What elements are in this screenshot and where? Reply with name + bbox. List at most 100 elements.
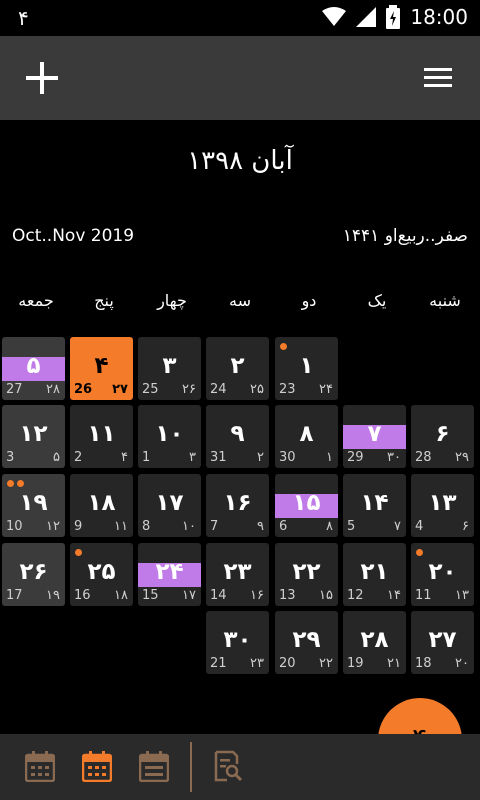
list-icon[interactable] (139, 750, 169, 782)
gregorian-day-number: 29 (347, 450, 364, 465)
hijri-day-number: ۲۴ (319, 382, 333, 397)
persian-day-number: ۱۵ (292, 490, 321, 516)
hijri-day-number: ۴ (121, 450, 128, 465)
hijri-day-number: ۱۴ (387, 588, 401, 603)
persian-day-number: ۱۸ (87, 490, 116, 516)
hijri-day-number: ۲ (257, 450, 264, 465)
gregorian-day-number: 18 (415, 656, 432, 671)
day-cell[interactable]: ۱ 23 ۲۴ (275, 337, 338, 400)
persian-day-number: ۲ (230, 353, 245, 379)
day-cell[interactable]: ۱۷ 8 ۱۰ (138, 474, 201, 537)
persian-day-number: ۲۷ (428, 627, 457, 653)
day-cell[interactable]: ۲۱ 12 ۱۴ (343, 543, 406, 606)
gregorian-day-number: 8 (142, 519, 151, 534)
gregorian-day-number: 10 (6, 519, 23, 534)
day-cell[interactable]: ۲۶ 17 ۱۹ (2, 543, 65, 606)
day-cell[interactable]: ۱۳ 4 ۶ (411, 474, 474, 537)
plus-icon[interactable] (26, 62, 58, 94)
hijri-day-number: ۳۰ (387, 450, 401, 465)
status-icons: 18:00 (322, 5, 468, 29)
hijri-day-number: ۲۲ (319, 656, 333, 671)
persian-day-number: ۲۶ (19, 559, 48, 585)
persian-day-number: ۱۲ (19, 421, 48, 447)
hijri-day-number: ۲۸ (46, 382, 60, 397)
day-cell[interactable]: ۶ 28 ۲۹ (411, 405, 474, 468)
persian-day-number: ۱۹ (19, 490, 48, 516)
day-cell[interactable]: ۲۸ 19 ۲۱ (343, 611, 406, 674)
calendar-today-icon[interactable] (82, 750, 112, 782)
gregorian-day-number: 6 (279, 519, 288, 534)
day-cell[interactable]: ۲ 24 ۲۵ (206, 337, 269, 400)
hijri-day-number: ۱۳ (455, 588, 469, 603)
gregorian-day-number: 21 (210, 656, 227, 671)
gregorian-day-number: 1 (142, 450, 151, 465)
day-cell[interactable]: ۲۲ 13 ۱۵ (275, 543, 338, 606)
day-cell[interactable]: ۲۹ 20 ۲۲ (275, 611, 338, 674)
hijri-day-number: ۱۷ (182, 588, 196, 603)
gregorian-day-number: 3 (6, 450, 15, 465)
persian-day-number: ۳۰ (223, 627, 252, 653)
persian-day-number: ۷ (367, 421, 382, 447)
gregorian-day-number: 12 (347, 588, 364, 603)
hijri-day-number: ۲۵ (250, 382, 264, 397)
hijri-day-number: ۱۶ (250, 588, 264, 603)
hijri-day-number: ۷ (394, 519, 401, 534)
hijri-day-number: ۹ (257, 519, 264, 534)
day-cell[interactable]: ۲۳ 14 ۱۶ (206, 543, 269, 606)
hijri-day-number: ۲۶ (182, 382, 196, 397)
day-cell[interactable]: ۵ 27 ۲۸ (2, 337, 65, 400)
day-cell[interactable]: ۲۴ 15 ۱۷ (138, 543, 201, 606)
hijri-day-number: ۱۵ (319, 588, 333, 603)
persian-day-number: ۱۴ (360, 490, 389, 516)
day-cell[interactable]: ۱۲ 3 ۵ (2, 405, 65, 468)
day-cell[interactable]: ۱۸ 9 ۱۱ (70, 474, 133, 537)
day-cell[interactable]: ۲۰ 11 ۱۳ (411, 543, 474, 606)
month-title[interactable]: آبان ۱۳۹۸ (0, 146, 480, 176)
persian-day-number: ۱۳ (428, 490, 457, 516)
day-cell[interactable]: ۱۰ 1 ۳ (138, 405, 201, 468)
persian-day-number: ۲۹ (292, 627, 321, 653)
day-cell[interactable]: ۳۰ 21 ۲۳ (206, 611, 269, 674)
gregorian-day-number: 17 (6, 588, 23, 603)
persian-day-number: ۱۶ (223, 490, 252, 516)
day-cell[interactable]: ۹ 31 ۲ (206, 405, 269, 468)
hijri-day-number: ۱۲ (46, 519, 60, 534)
hijri-day-number: ۲۰ (455, 656, 469, 671)
persian-day-number: ۶ (435, 421, 450, 447)
day-cell[interactable]: ۳ 25 ۲۶ (138, 337, 201, 400)
event-dot (17, 480, 24, 487)
persian-day-number: ۵ (26, 353, 41, 379)
hijri-day-number: ۱۸ (114, 588, 128, 603)
calendar-month-icon[interactable] (25, 750, 55, 782)
menu-icon[interactable] (424, 68, 452, 88)
gregorian-day-number: 24 (210, 382, 227, 397)
weekday-label: سه (229, 291, 251, 310)
day-cell[interactable]: ۱۶ 7 ۹ (206, 474, 269, 537)
gregorian-day-number: 11 (415, 588, 432, 603)
day-cell[interactable]: ۱۹ 10 ۱۲ (2, 474, 65, 537)
persian-day-number: ۲۸ (360, 627, 389, 653)
search-document-icon[interactable] (213, 750, 243, 782)
persian-day-number: ۸ (299, 421, 314, 447)
hijri-day-number: ۱۹ (46, 588, 60, 603)
day-cell[interactable]: ۲۷ 18 ۲۰ (411, 611, 474, 674)
persian-day-number: ۲۱ (360, 559, 389, 585)
day-cell[interactable]: ۱۴ 5 ۷ (343, 474, 406, 537)
day-cell[interactable]: ۴ 26 ۲۷ (70, 337, 133, 400)
persian-day-number: ۲۳ (223, 559, 252, 585)
event-dot (280, 343, 287, 350)
weekday-label: دو (301, 291, 317, 310)
weekday-label: یک (367, 291, 387, 310)
hijri-day-number: ۲۷ (112, 382, 128, 397)
event-dot (7, 480, 14, 487)
status-bar: ۴ 18:00 (0, 0, 480, 36)
day-cell[interactable]: ۱۵ 6 ۸ (275, 474, 338, 537)
day-cell[interactable]: ۷ 29 ۳۰ (343, 405, 406, 468)
day-cell[interactable]: ۲۵ 16 ۱۸ (70, 543, 133, 606)
gregorian-range: Oct..Nov 2019 (12, 226, 135, 246)
notification-count: ۴ (18, 6, 29, 30)
day-cell[interactable]: ۱۱ 2 ۴ (70, 405, 133, 468)
gregorian-day-number: 16 (74, 588, 91, 603)
day-cell[interactable]: ۸ 30 ۱ (275, 405, 338, 468)
gregorian-day-number: 7 (210, 519, 219, 534)
